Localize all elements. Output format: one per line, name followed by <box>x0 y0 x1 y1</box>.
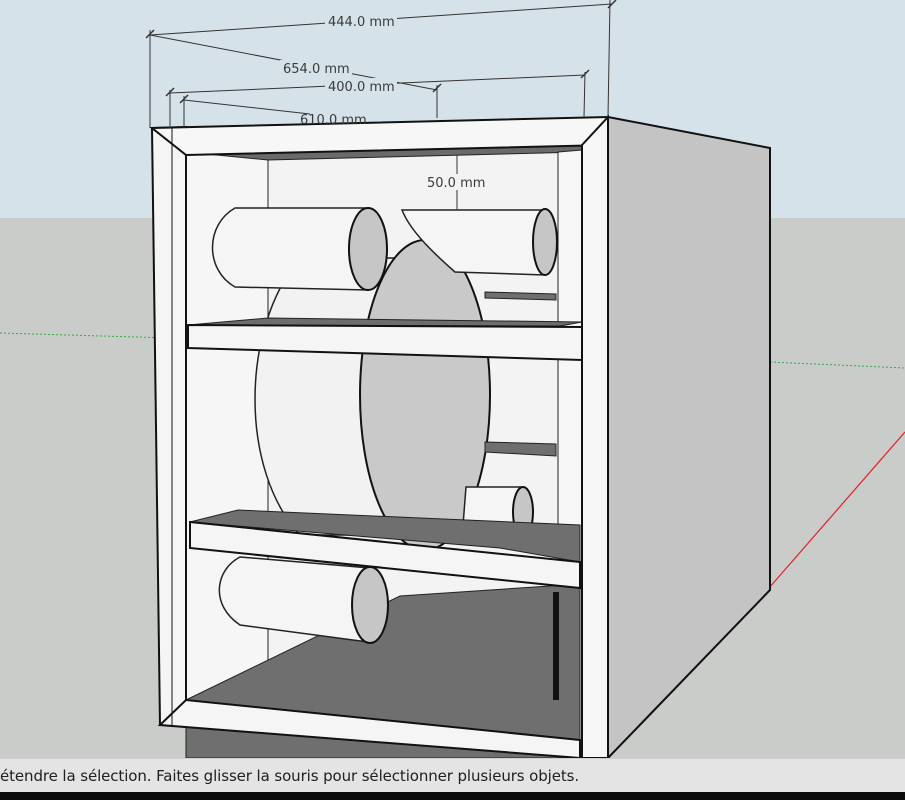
upper-left-cylinder-cap <box>348 207 388 291</box>
dimension-inner-depth: 610.0 mm <box>300 113 367 128</box>
dimension-inner-width: 400.0 mm <box>328 80 395 95</box>
3d-viewport[interactable]: 444.0 mm 654.0 mm 400.0 mm 610.0 mm 50.0… <box>0 0 905 758</box>
upper-right-cylinder-cap <box>532 208 558 276</box>
upper-left-cylinder-body <box>211 207 369 291</box>
status-bar-text: étendre la sélection. Faites glisser la … <box>0 767 580 785</box>
dimension-top-width: 444.0 mm <box>328 15 395 30</box>
rail-upper <box>484 291 557 301</box>
dimension-diagonal-depth: 654.0 mm <box>283 62 350 77</box>
front-frame-right <box>581 114 609 758</box>
lower-cylinder-cap <box>351 566 389 644</box>
dimension-gap: 50.0 mm <box>427 176 485 191</box>
status-bar: étendre la sélection. Faites glisser la … <box>0 758 905 793</box>
window-bottom-edge <box>0 792 905 800</box>
